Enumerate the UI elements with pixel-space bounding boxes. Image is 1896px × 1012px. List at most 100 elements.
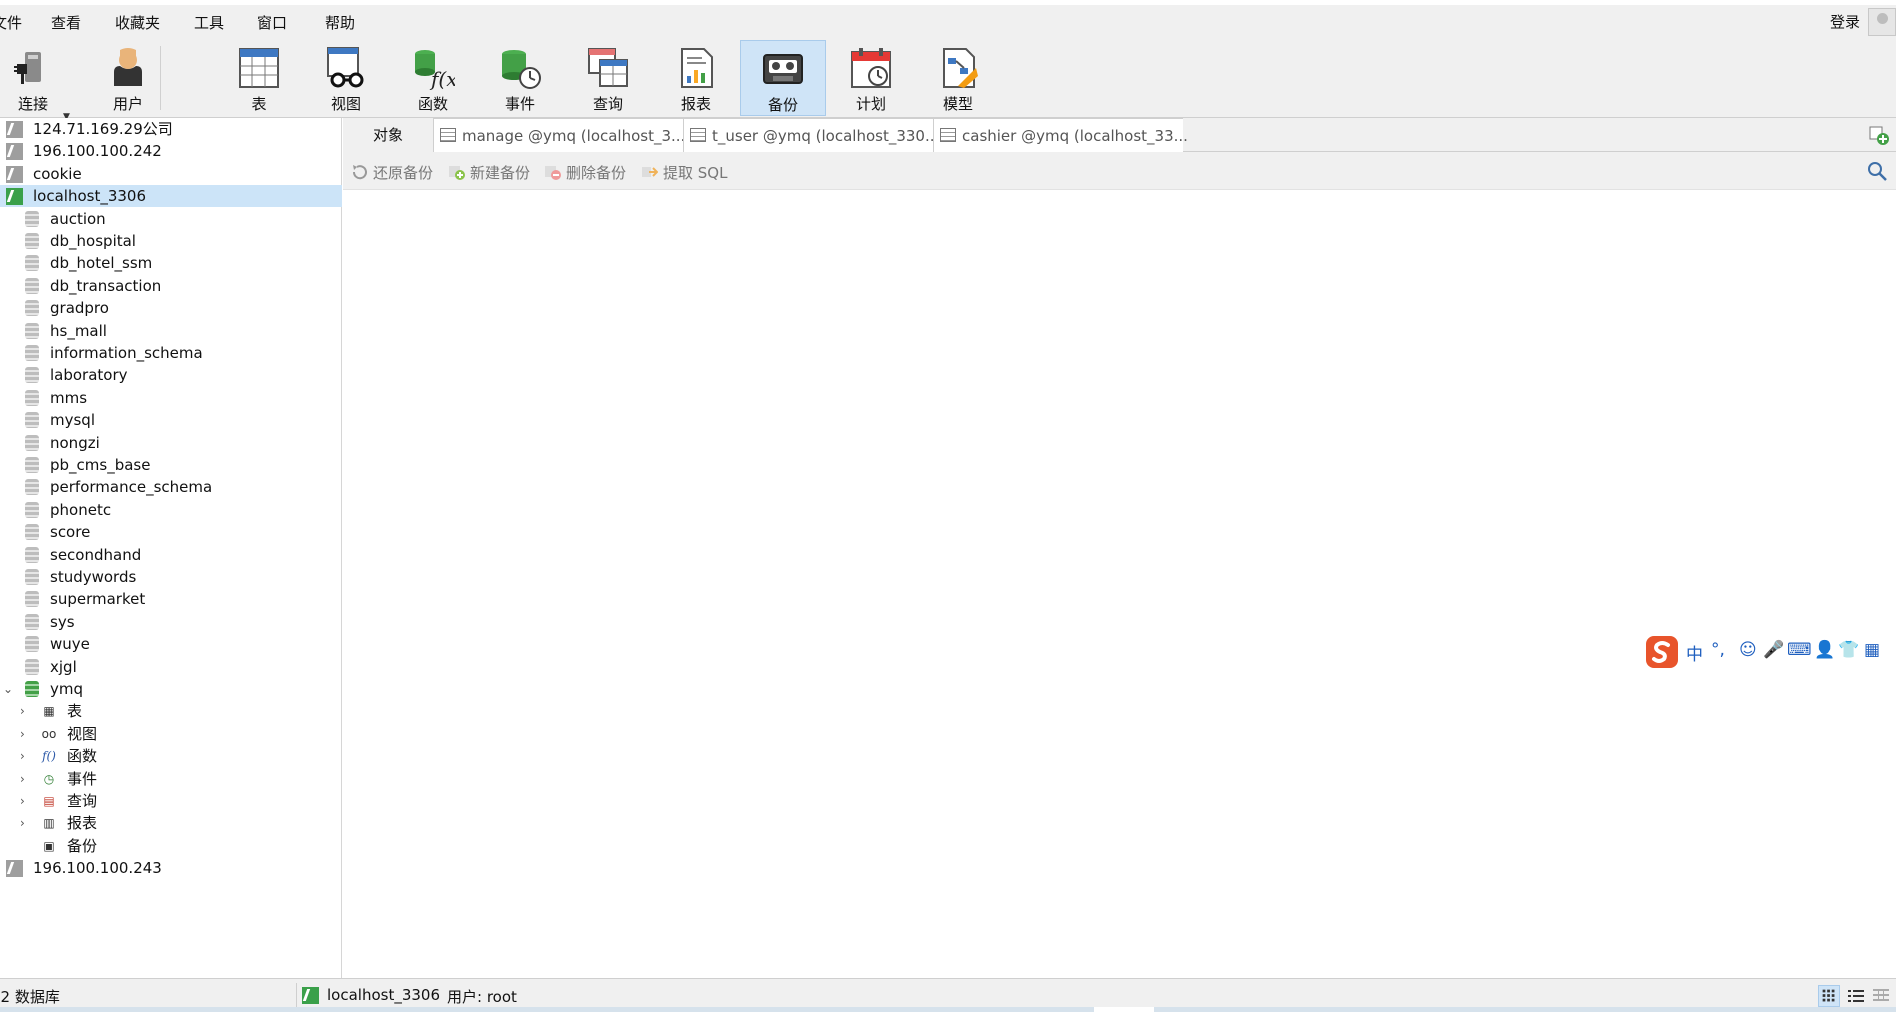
ime-chinese-mode[interactable]: 中 <box>1686 640 1703 665</box>
ime-user-icon[interactable]: 👤 <box>1814 640 1835 660</box>
view-glasses-icon <box>327 47 364 88</box>
query-button[interactable]: 查询 <box>565 40 651 116</box>
tree-database-open[interactable]: ⌄ ymq <box>0 678 342 700</box>
chevron-right-icon[interactable]: › <box>20 723 25 745</box>
user-label: 用户 <box>112 95 143 113</box>
chevron-down-icon[interactable]: ⌄ <box>3 678 13 700</box>
user-button[interactable]: 用户 <box>85 40 171 116</box>
tree-database[interactable]: phonetc <box>0 499 342 521</box>
window-bottom-edge <box>0 1007 1896 1012</box>
tree-database[interactable]: auction <box>0 208 342 230</box>
tree-database[interactable]: mysql <box>0 409 342 431</box>
ime-emoji-icon[interactable]: ☺ <box>1739 640 1757 660</box>
list-view-icon[interactable] <box>1845 985 1867 1007</box>
tree-database[interactable]: xjgl <box>0 656 342 678</box>
tree-folder-functions[interactable]: › f() 函数 <box>0 745 342 767</box>
chevron-right-icon[interactable]: › <box>20 790 25 812</box>
tree-folder-events[interactable]: › ◷ 事件 <box>0 768 342 790</box>
event-button[interactable]: 事件 <box>477 40 563 116</box>
tree-database[interactable]: information_schema <box>0 342 342 364</box>
ime-keyboard-icon[interactable]: ⌨ <box>1787 640 1812 660</box>
object-list-area[interactable] <box>343 190 1896 978</box>
folder-label: 函数 <box>67 747 98 766</box>
menu-file[interactable]: 文件 <box>0 12 22 33</box>
tree-connection[interactable]: 196.100.100.243 <box>0 857 342 879</box>
model-label: 模型 <box>942 95 973 113</box>
tree-connection[interactable]: 196.100.100.242 <box>0 140 342 162</box>
ime-mic-icon[interactable]: 🎤 <box>1763 640 1784 660</box>
chevron-right-icon[interactable]: › <box>20 768 25 790</box>
table-button[interactable]: 表 <box>216 40 302 116</box>
tree-database[interactable]: db_hotel_ssm <box>0 252 342 274</box>
menu-view[interactable]: 查看 <box>51 12 81 33</box>
schedule-button[interactable]: 计划 <box>828 40 914 116</box>
tree-database[interactable]: laboratory <box>0 364 342 386</box>
menu-window[interactable]: 窗口 <box>257 12 287 33</box>
tab-cashier[interactable]: cashier @ymq (localhost_33... <box>933 118 1188 152</box>
detail-view-icon[interactable] <box>1870 985 1892 1007</box>
tree-database[interactable]: pb_cms_base <box>0 454 342 476</box>
ime-skin-icon[interactable]: 👕 <box>1838 640 1859 660</box>
delete-backup-button[interactable]: 删除备份 <box>544 162 626 183</box>
chevron-right-icon[interactable]: › <box>20 812 25 834</box>
tree-connection[interactable]: 124.71.169.29公司 <box>0 118 342 140</box>
sogou-logo-icon[interactable] <box>1646 636 1678 668</box>
tree-database[interactable]: secondhand <box>0 544 342 566</box>
view-button[interactable]: 视图 <box>303 40 389 116</box>
tree-database[interactable]: score <box>0 521 342 543</box>
menu-tools[interactable]: 工具 <box>194 12 224 33</box>
tree-database[interactable]: sys <box>0 611 342 633</box>
search-icon[interactable] <box>1866 160 1888 182</box>
tree-folder-views[interactable]: › oo 视图 <box>0 723 342 745</box>
tree-connection[interactable]: cookie <box>0 163 342 185</box>
chevron-right-icon[interactable]: › <box>20 700 25 722</box>
model-button[interactable]: 模型 <box>915 40 1001 116</box>
tree-database[interactable]: performance_schema <box>0 476 342 498</box>
tree-connection-active[interactable]: localhost_3306 <box>0 185 342 208</box>
tree-database[interactable]: hs_mall <box>0 320 342 342</box>
tree-database[interactable]: wuye <box>0 633 342 655</box>
connect-button[interactable]: 连接 ▼ <box>0 40 76 122</box>
database-icon <box>25 233 39 249</box>
tree-database[interactable]: db_transaction <box>0 275 342 297</box>
tree-database[interactable]: mms <box>0 387 342 409</box>
chevron-right-icon[interactable]: › <box>20 745 25 767</box>
restore-backup-button[interactable]: 还原备份 <box>351 162 433 183</box>
avatar[interactable] <box>1868 8 1896 36</box>
tree-folder-queries[interactable]: › ▤ 查询 <box>0 790 342 812</box>
ime-toolbar[interactable]: 中 °, ☺ 🎤 ⌨ 👤 👕 ▦ <box>1644 634 1896 670</box>
database-label: secondhand <box>50 545 142 564</box>
function-button[interactable]: f(x) 函数 <box>390 40 476 116</box>
ime-menu-icon[interactable]: ▦ <box>1864 640 1880 660</box>
view-label: 视图 <box>330 95 361 113</box>
database-label: db_hospital <box>50 232 136 250</box>
action-label: 提取 SQL <box>663 164 728 182</box>
database-icon <box>25 524 39 541</box>
tab-manage[interactable]: manage @ymq (localhost_3... <box>433 118 685 152</box>
tree-folder-backups[interactable]: ▣ 备份 <box>0 835 342 857</box>
menu-favorites[interactable]: 收藏夹 <box>115 12 160 33</box>
login-link[interactable]: 登录 <box>1830 11 1860 32</box>
database-label: pb_cms_base <box>50 456 151 474</box>
tree-database[interactable]: nongzi <box>0 432 342 454</box>
database-label: mysql <box>50 411 95 430</box>
tree-database[interactable]: db_hospital <box>0 230 342 252</box>
ime-punctuation[interactable]: °, <box>1711 640 1725 660</box>
tree-folder-tables[interactable]: › ▦ 表 <box>0 700 342 722</box>
tree-database[interactable]: gradpro <box>0 297 342 319</box>
tab-t-user[interactable]: t_user @ymq (localhost_330... <box>683 118 939 152</box>
tree-database[interactable]: supermarket <box>0 588 342 610</box>
connection-tree[interactable]: 124.71.169.29公司 196.100.100.242 cookie l… <box>0 118 342 978</box>
grid-view-icon[interactable] <box>1818 985 1840 1007</box>
extract-sql-button[interactable]: 提取 SQL <box>641 162 727 183</box>
tree-database[interactable]: studywords <box>0 566 342 588</box>
new-backup-button[interactable]: 新建备份 <box>448 162 530 183</box>
new-tab-plus-icon[interactable] <box>1868 124 1890 146</box>
menu-help[interactable]: 帮助 <box>325 12 355 33</box>
report-button[interactable]: 报表 <box>653 40 739 116</box>
delete-icon <box>545 166 561 180</box>
tab-objects[interactable]: 对象 <box>343 118 433 152</box>
connection-label: localhost_3306 <box>33 187 147 206</box>
tree-folder-reports[interactable]: › ▥ 报表 <box>0 812 342 834</box>
backup-button[interactable]: 备份 <box>740 40 826 116</box>
